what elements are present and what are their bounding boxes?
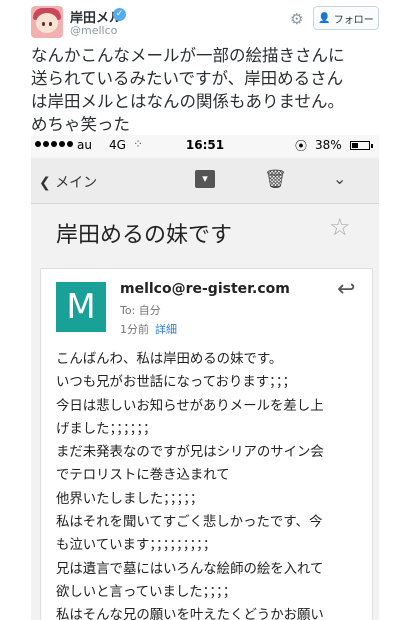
- archive-icon[interactable]: ▾: [195, 170, 215, 188]
- email-body-line: も泣いています；；；；；；；；；: [56, 538, 217, 554]
- mail-nav-bar: ❮ メイン ▾ 🗑 ⌄: [31, 159, 379, 204]
- email-body-line: いつも兄がお世話になっております；；；: [56, 375, 296, 391]
- back-label: メイン: [55, 175, 98, 191]
- email-body-line: こんばんわ、私は岸田めるの妹です。: [56, 352, 283, 367]
- follow-button[interactable]: 👤 フォロー: [313, 6, 379, 30]
- person-plus-icon: 👤: [318, 12, 331, 24]
- back-button[interactable]: ❮ メイン: [39, 172, 97, 192]
- sender-address[interactable]: mellco@re-gister.com: [120, 281, 290, 297]
- email-body-line: まだ未発表なのですが兄はシリアのサイン会: [56, 445, 324, 461]
- email-time: 1分前: [120, 323, 149, 336]
- lock-rotation-icon: ⦿: [295, 139, 308, 153]
- email-body-line: 兄は遺言で墓にはいろんな絵師の絵を入れて: [56, 561, 324, 577]
- tweet-text-line: めちゃ笑った: [31, 115, 130, 134]
- follow-label: フォロー: [333, 14, 374, 26]
- gear-icon[interactable]: ⚙: [290, 10, 303, 28]
- email-card: M mellco@re-gister.com ↩ To: 自分 1分前 詳細 こん…: [40, 268, 373, 620]
- email-body-line: 私はそんな兄の願いを叶えたくどうかお願い: [56, 608, 324, 620]
- chevron-down-icon[interactable]: ⌄: [333, 169, 346, 188]
- status-bar: au 4G ⁘ 16:51 ⦿ 38%: [31, 135, 379, 157]
- tweet-text-line: なんかこんなメールが一部の絵描きさんに: [31, 46, 345, 65]
- email-body-line: 私はそれを聞いてすごく悲しかったです、今: [56, 515, 323, 531]
- back-chevron-icon: ❮: [39, 175, 51, 191]
- email-meta: 1分前 詳細: [120, 321, 177, 337]
- battery-icon: [350, 141, 370, 150]
- details-link[interactable]: 詳細: [155, 323, 177, 336]
- email-subject: 岸田めるの妹です: [56, 223, 233, 248]
- sender-avatar: M: [56, 282, 106, 332]
- reply-icon[interactable]: ↩: [337, 277, 355, 302]
- email-body-line: げました；；；；；；: [56, 421, 157, 437]
- tweet-text: なんかこんなメールが一部の絵描きさんに 送られているみたいですが、岸田めるさん …: [31, 44, 381, 136]
- tweet: 岸田メル ✓ @mellco ⚙ 👤 フォロー なんかこんなメールが一部の絵描き…: [0, 0, 417, 620]
- user-avatar[interactable]: [31, 6, 63, 38]
- battery-percent: 38%: [315, 138, 342, 152]
- attached-screenshot[interactable]: au 4G ⁘ 16:51 ⦿ 38% ❮ メイン ▾ 🗑 ⌄ 岸田めるの妹です…: [31, 135, 379, 620]
- trash-icon[interactable]: 🗑: [264, 169, 287, 190]
- recipient-line: To: 自分: [120, 304, 161, 317]
- user-handle[interactable]: @mellco: [70, 24, 117, 37]
- email-body-line: 今日は悲しいお知らせがありメールを差し上: [56, 398, 324, 414]
- star-icon[interactable]: ☆: [329, 213, 351, 241]
- email-body: こんばんわ、私は岸田めるの妹です。 いつも兄がお世話になっております；；； 今日…: [56, 348, 366, 620]
- email-body-line: 他界いたしました；；；；；: [56, 491, 204, 507]
- tweet-text-line: 送られているみたいですが、岸田めるさん: [31, 69, 344, 88]
- email-body-line: でテロリストに巻き込まれて: [56, 468, 230, 484]
- verified-icon: ✓: [113, 8, 126, 21]
- tweet-text-line: は岸田メルとはなんの関係もありません。: [31, 92, 345, 111]
- email-body-line: 欲しいと言っていました；；；；: [56, 584, 237, 600]
